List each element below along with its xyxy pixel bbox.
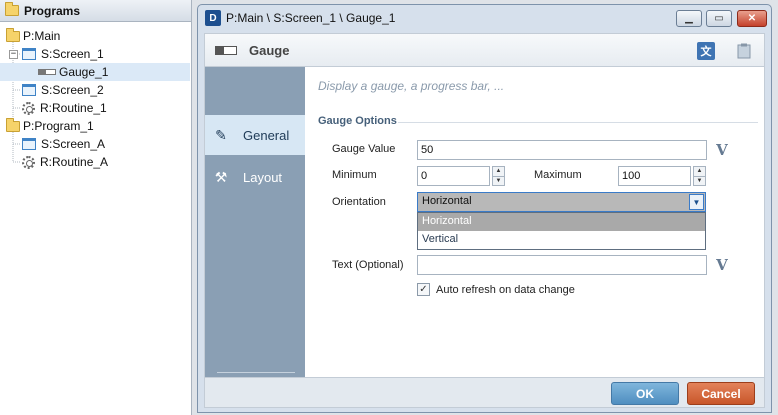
tree-item-p-program-1[interactable]: P:Program_1 (0, 117, 190, 135)
maximum-input[interactable] (618, 166, 691, 186)
tree-item-screen-a[interactable]: S:Screen_A (0, 135, 190, 153)
section-title: Gauge Options (318, 115, 397, 127)
tree-header-title: Programs (24, 3, 81, 18)
tree-item-label: S:Screen_2 (41, 83, 104, 97)
minimize-icon: ▁ (685, 13, 693, 24)
minimum-label: Minimum (332, 169, 377, 181)
auto-refresh-checkbox[interactable]: ✓ (417, 283, 430, 296)
toolbar-title: Gauge (249, 42, 290, 58)
tree-item-gauge-1[interactable]: Gauge_1 (0, 63, 190, 81)
orientation-option-horizontal[interactable]: Horizontal (418, 213, 705, 231)
minimum-stepper[interactable]: ▲ ▼ (492, 166, 505, 186)
tree-item-label: Gauge_1 (59, 65, 109, 79)
side-navigation: ✎ General ⚒ Layout (205, 67, 305, 377)
dialog-body: ✎ General ⚒ Layout Display a gauge, a pr… (204, 67, 765, 377)
tree-item-label: R:Routine_A (40, 155, 109, 169)
gauge-value-variable-button[interactable]: V (712, 140, 732, 160)
stepper-up-icon[interactable]: ▲ (694, 167, 705, 176)
tree-item-routine-a[interactable]: R:Routine_A (0, 153, 190, 171)
chevron-down-icon[interactable]: ▼ (689, 194, 704, 210)
gauge-widget-icon (215, 45, 237, 55)
orientation-dropdown: Horizontal Vertical (417, 212, 706, 250)
close-icon: ✕ (747, 13, 757, 24)
programs-icon (5, 2, 19, 16)
auto-refresh-label: Auto refresh on data change (436, 284, 575, 296)
tree-item-label: P:Program_1 (23, 119, 94, 133)
tree-item-screen-2[interactable]: S:Screen_2 (0, 81, 190, 99)
cancel-button[interactable]: Cancel (687, 382, 755, 405)
maximize-button[interactable]: ▭ (706, 10, 732, 27)
gear-icon (22, 155, 35, 169)
app-logo-icon: D (205, 10, 221, 26)
close-button[interactable]: ✕ (737, 10, 767, 27)
tree-item-p-main[interactable]: P:Main (0, 27, 190, 45)
stepper-down-icon[interactable]: ▼ (694, 176, 705, 185)
edit-icon: ✎ (215, 126, 227, 143)
translate-icon[interactable]: 文 (697, 42, 715, 60)
text-optional-label: Text (Optional) (332, 259, 404, 271)
gauge-value-label: Gauge Value (332, 143, 396, 155)
layout-icon: ⚒ (214, 168, 228, 185)
dialog-titlebar[interactable]: D P:Main \ S:Screen_1 \ Gauge_1 ▁ ▭ ✕ (198, 5, 771, 31)
stepper-up-icon[interactable]: ▲ (493, 167, 504, 176)
gear-icon (22, 101, 35, 115)
maximum-stepper[interactable]: ▲ ▼ (693, 166, 706, 186)
maximize-icon: ▭ (714, 13, 724, 24)
tree-item-label: P:Main (23, 29, 61, 43)
section-divider (398, 122, 758, 123)
orientation-option-vertical[interactable]: Vertical (418, 231, 705, 249)
description-hint: Display a gauge, a progress bar, ... (318, 79, 505, 93)
nav-layout[interactable]: ⚒ Layout (205, 157, 305, 197)
tree-header: Programs (0, 0, 191, 22)
gauge-value-input[interactable] (417, 140, 707, 160)
gauge-icon (38, 69, 56, 75)
tree-item-screen-1[interactable]: − S:Screen_1 (0, 45, 190, 63)
collapse-icon[interactable]: − (9, 49, 18, 59)
general-panel: Display a gauge, a progress bar, ... Gau… (306, 67, 765, 377)
screen-icon (22, 48, 36, 60)
program-tree-panel: Programs P:Main − S:Screen_1 Gauge_1 S:S… (0, 0, 192, 415)
tree-item-routine-1[interactable]: R:Routine_1 (0, 99, 190, 117)
folder-icon (6, 27, 20, 42)
nav-separator (217, 372, 295, 373)
dialog-toolbar: Gauge 文 (204, 33, 765, 67)
dialog-title: P:Main \ S:Screen_1 \ Gauge_1 (226, 11, 396, 25)
text-variable-button[interactable]: V (712, 255, 732, 275)
minimum-input[interactable] (417, 166, 490, 186)
screen-icon (22, 138, 36, 150)
orientation-selected-value: Horizontal (422, 195, 472, 207)
dialog-footer: OK Cancel (204, 377, 765, 408)
orientation-select[interactable]: Horizontal ▼ (417, 192, 706, 212)
minimize-button[interactable]: ▁ (676, 10, 702, 27)
text-optional-input[interactable] (417, 255, 707, 275)
orientation-label: Orientation (332, 196, 386, 208)
gauge-properties-dialog: D P:Main \ S:Screen_1 \ Gauge_1 ▁ ▭ ✕ Ga… (197, 4, 772, 413)
tree-item-label: S:Screen_A (41, 137, 106, 151)
stepper-down-icon[interactable]: ▼ (493, 176, 504, 185)
nav-general[interactable]: ✎ General (205, 115, 305, 155)
clipboard-icon[interactable] (735, 42, 753, 60)
tree-item-label: S:Screen_1 (41, 47, 104, 61)
screen-icon (22, 84, 36, 96)
nav-label: General (243, 127, 290, 143)
folder-icon (6, 117, 20, 132)
tree-item-label: R:Routine_1 (40, 101, 107, 115)
ok-button[interactable]: OK (611, 382, 679, 405)
nav-label: Layout (243, 169, 283, 185)
maximum-label: Maximum (534, 169, 582, 181)
